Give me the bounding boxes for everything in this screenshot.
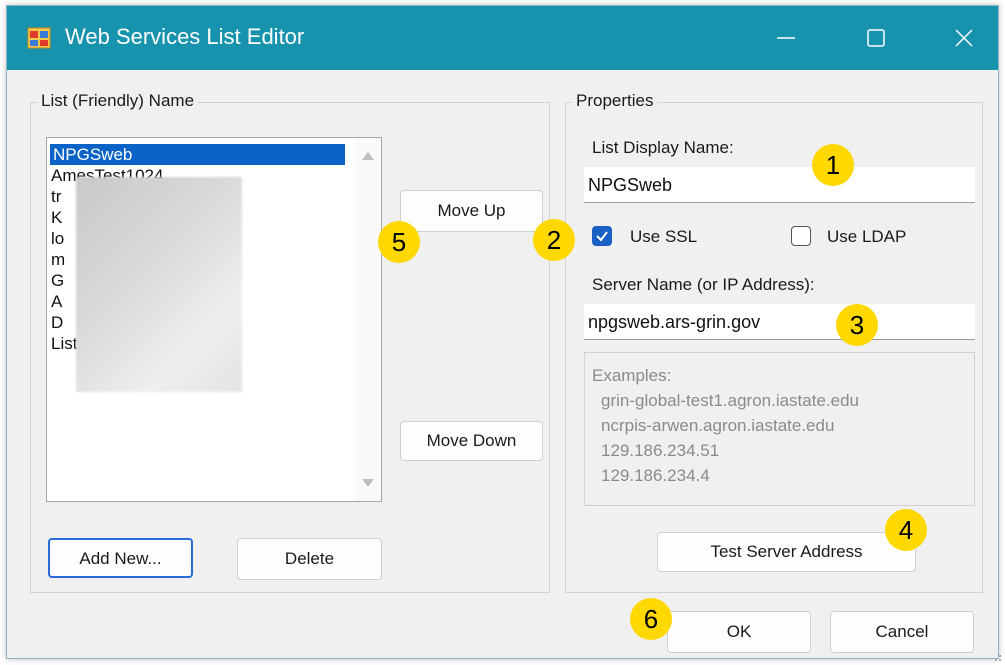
move-up-button[interactable]: Move Up <box>400 190 543 232</box>
delete-button[interactable]: Delete <box>237 538 382 580</box>
redacted-blur <box>76 177 242 392</box>
cancel-label: Cancel <box>875 622 929 641</box>
example-item: 129.186.234.4 <box>601 466 710 485</box>
callout-marker: 5 <box>378 221 420 263</box>
list-scrollbar[interactable] <box>355 138 381 501</box>
minimize-button[interactable] <box>750 6 820 70</box>
display-name-label: List Display Name: <box>592 138 734 157</box>
example-item: ncrpis-arwen.agron.iastate.edu <box>601 416 835 435</box>
list-item[interactable]: A <box>51 291 62 312</box>
list-item[interactable]: lo <box>51 228 64 249</box>
test-server-label: Test Server Address <box>710 542 863 561</box>
ok-button[interactable]: OK <box>667 611 811 653</box>
add-new-label: Add New... <box>79 549 162 568</box>
example-item: grin-global-test1.agron.iastate.edu <box>601 391 859 410</box>
delete-label: Delete <box>284 549 335 568</box>
callout-marker: 6 <box>630 598 672 640</box>
move-up-label: Move Up <box>437 201 506 220</box>
resize-grip-icon[interactable] <box>992 652 1002 662</box>
server-name-field[interactable]: npgsweb.ars-grin.gov <box>584 304 975 340</box>
close-icon <box>955 29 973 47</box>
maximize-button[interactable] <box>840 6 910 70</box>
properties-group-label: Properties <box>572 91 658 111</box>
check-icon <box>596 231 608 242</box>
example-item: 129.186.234.51 <box>601 441 720 460</box>
callout-marker: 3 <box>836 304 878 346</box>
display-name-field[interactable]: NPGSweb <box>584 167 975 203</box>
use-ssl-checkbox[interactable] <box>592 226 612 246</box>
maximize-icon <box>867 29 885 47</box>
app-window-icon <box>27 27 51 49</box>
callout-marker: 1 <box>812 144 854 186</box>
use-ssl-label[interactable]: Use SSL <box>630 227 697 247</box>
cancel-button[interactable]: Cancel <box>830 611 974 653</box>
close-button[interactable] <box>928 6 998 70</box>
title-bar[interactable]: Web Services List Editor <box>7 6 998 70</box>
use-ldap-label[interactable]: Use LDAP <box>827 227 906 247</box>
move-down-button[interactable]: Move Down <box>400 421 543 461</box>
callout-marker: 2 <box>533 219 575 261</box>
scroll-down-arrow-icon[interactable] <box>362 479 374 487</box>
list-item[interactable]: D <box>51 312 63 333</box>
minimize-icon <box>777 37 795 39</box>
list-item[interactable]: G <box>51 270 64 291</box>
list-item[interactable]: m <box>51 249 65 270</box>
test-server-button[interactable]: Test Server Address <box>657 532 916 572</box>
callout-marker: 4 <box>885 509 927 551</box>
window-title: Web Services List Editor <box>65 24 305 49</box>
use-ldap-checkbox[interactable] <box>791 226 811 246</box>
move-down-label: Move Down <box>426 431 517 450</box>
list-item[interactable]: tr <box>51 186 61 207</box>
ok-label: OK <box>726 622 752 641</box>
add-new-button[interactable]: Add New... <box>48 538 193 578</box>
server-name-label: Server Name (or IP Address): <box>592 275 815 294</box>
list-item[interactable]: K <box>51 207 62 228</box>
list-name-group-label: List (Friendly) Name <box>37 91 199 111</box>
list-item[interactable]: NPGSweb <box>50 144 345 165</box>
examples-title: Examples: <box>592 366 672 385</box>
scroll-up-arrow-icon[interactable] <box>362 152 374 160</box>
